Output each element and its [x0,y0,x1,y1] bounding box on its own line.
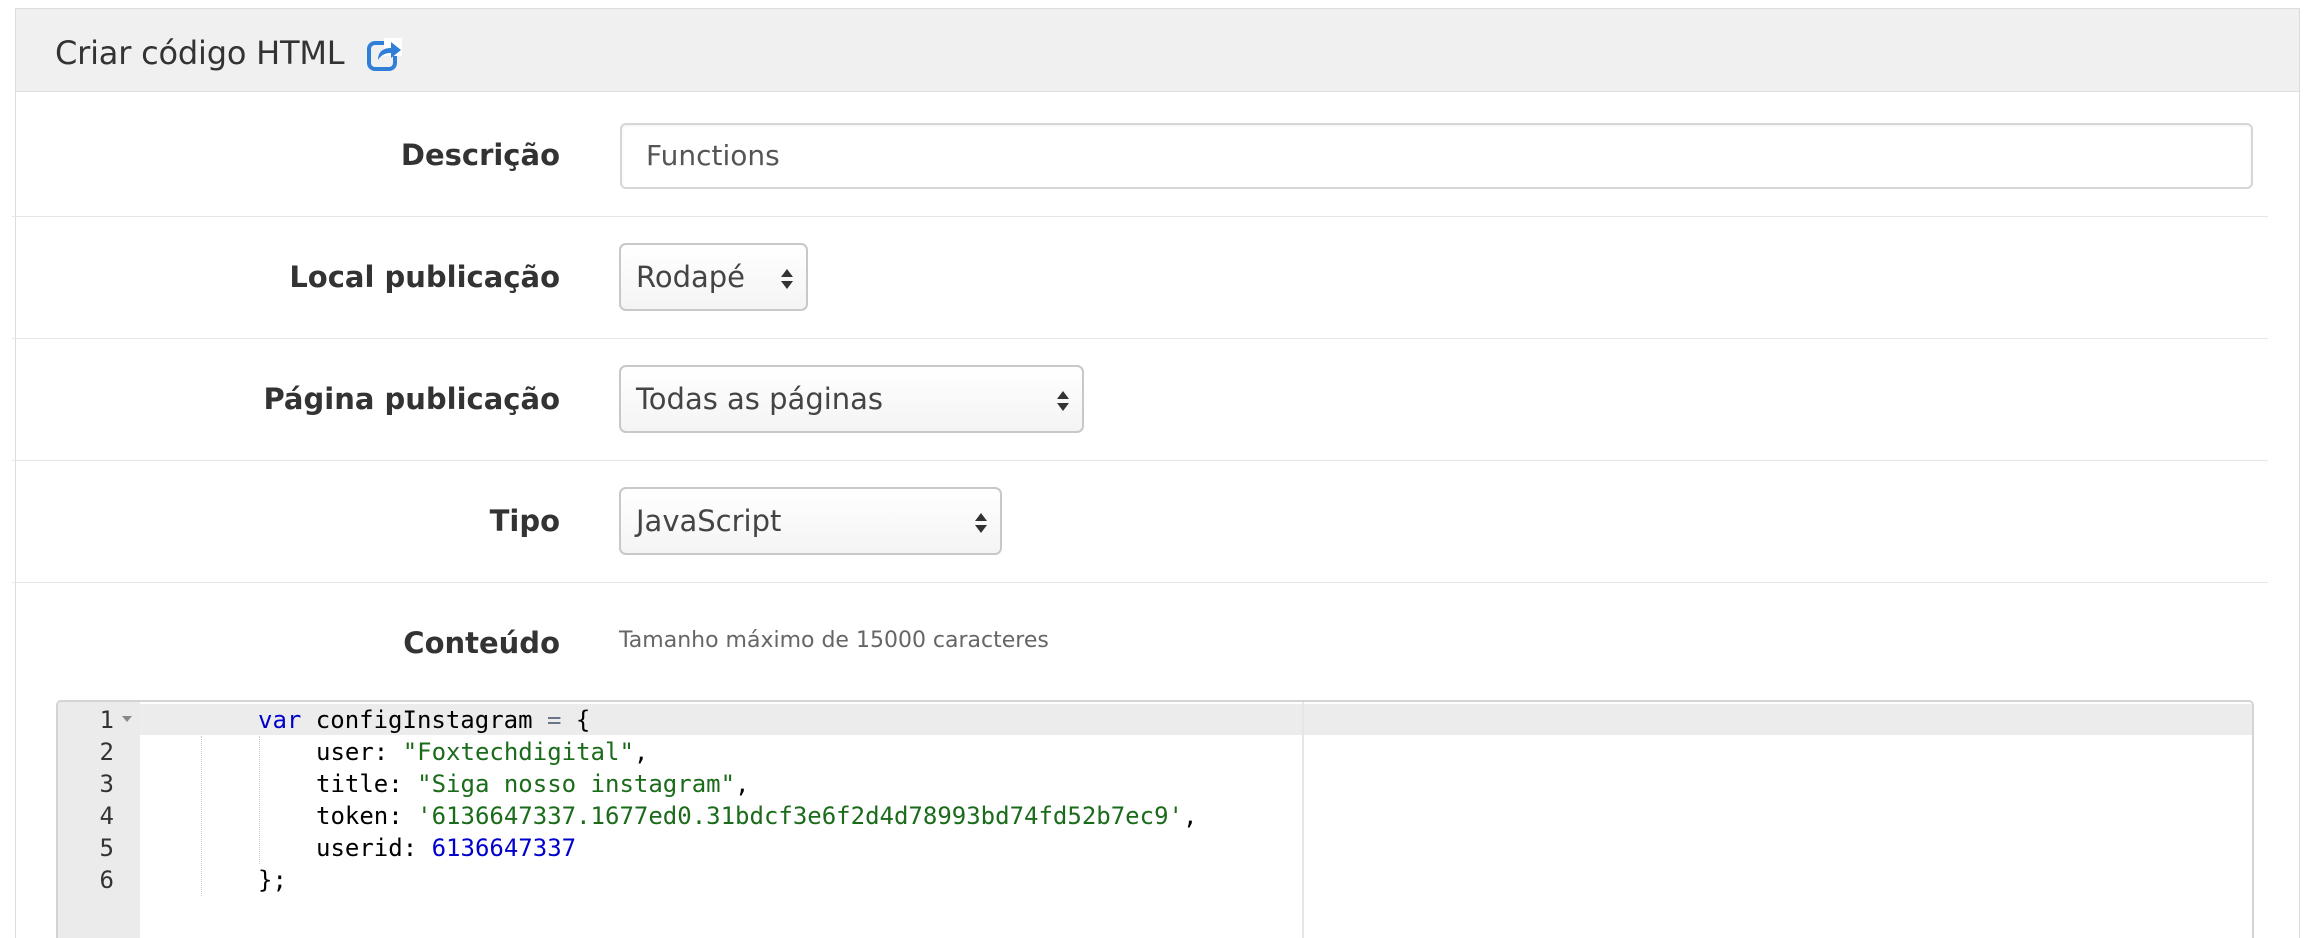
code-key: token: [316,802,418,830]
line-number: 3 [99,770,114,798]
code-brace: }; [258,866,287,894]
line-number: 6 [99,866,114,894]
descricao-input[interactable]: Functions [620,123,2253,189]
code-string: "Foxtechdigital" [402,738,634,766]
code-line-6: }; [258,864,287,896]
editor-gutter: 1 2 3 4 5 6 [58,702,140,938]
print-margin [1302,702,1304,938]
code-line-2: user: "Foxtechdigital", [316,736,648,768]
share-external-icon[interactable] [364,36,404,76]
descricao-label: Descrição [400,138,560,172]
indent-guide [201,736,202,896]
panel-header: Criar código HTML [16,9,2299,92]
select-arrows-icon [975,513,987,533]
line-number: 4 [99,802,114,830]
code-line-3: title: "Siga nosso instagram", [316,768,750,800]
fold-arrow-icon[interactable] [122,716,132,722]
code-punct: , [735,770,750,798]
code-punct: , [633,738,649,766]
code-line-1: var configInstagram = { [258,704,590,736]
pagina-selected-value: Todas as páginas [636,382,884,416]
code-string: '6136647337.1677ed0.31bdcf3e6f2d4d78993b… [417,802,1183,830]
panel-title: Criar código HTML [55,34,345,72]
code-key: user: [316,738,403,766]
indent-guide [259,736,260,864]
pagina-label: Página publicação [263,382,560,416]
code-identifier: configInstagram [301,706,547,734]
code-editor[interactable]: 1 2 3 4 5 6 var configInstagram = { user… [56,700,2254,938]
code-keyword: var [258,706,302,734]
code-punct: , [1182,802,1198,830]
code-line-5: userid: 6136647337 [316,832,576,864]
conteudo-hint: Tamanho máximo de 15000 caracteres [619,628,1049,653]
code-string: "Siga nosso instagram" [417,770,736,798]
local-selected-value: Rodapé [636,260,746,294]
line-number: 5 [99,834,114,862]
conteudo-label: Conteúdo [403,626,560,660]
local-select[interactable]: Rodapé [619,243,808,311]
code-key: userid: [316,834,432,862]
code-brace: { [561,706,591,734]
code-number: 6136647337 [431,834,577,862]
tipo-selected-value: JavaScript [636,504,782,538]
local-label: Local publicação [289,260,560,294]
select-arrows-icon [781,269,793,289]
line-number: 2 [99,738,114,766]
tipo-label: Tipo [489,504,560,538]
tipo-select[interactable]: JavaScript [619,487,1002,555]
code-line-4: token: '6136647337.1677ed0.31bdcf3e6f2d4… [316,800,1197,832]
code-operator: = [547,706,562,734]
line-number: 1 [99,706,114,734]
pagina-select[interactable]: Todas as páginas [619,365,1084,433]
select-arrows-icon [1057,391,1069,411]
code-key: title: [316,770,418,798]
